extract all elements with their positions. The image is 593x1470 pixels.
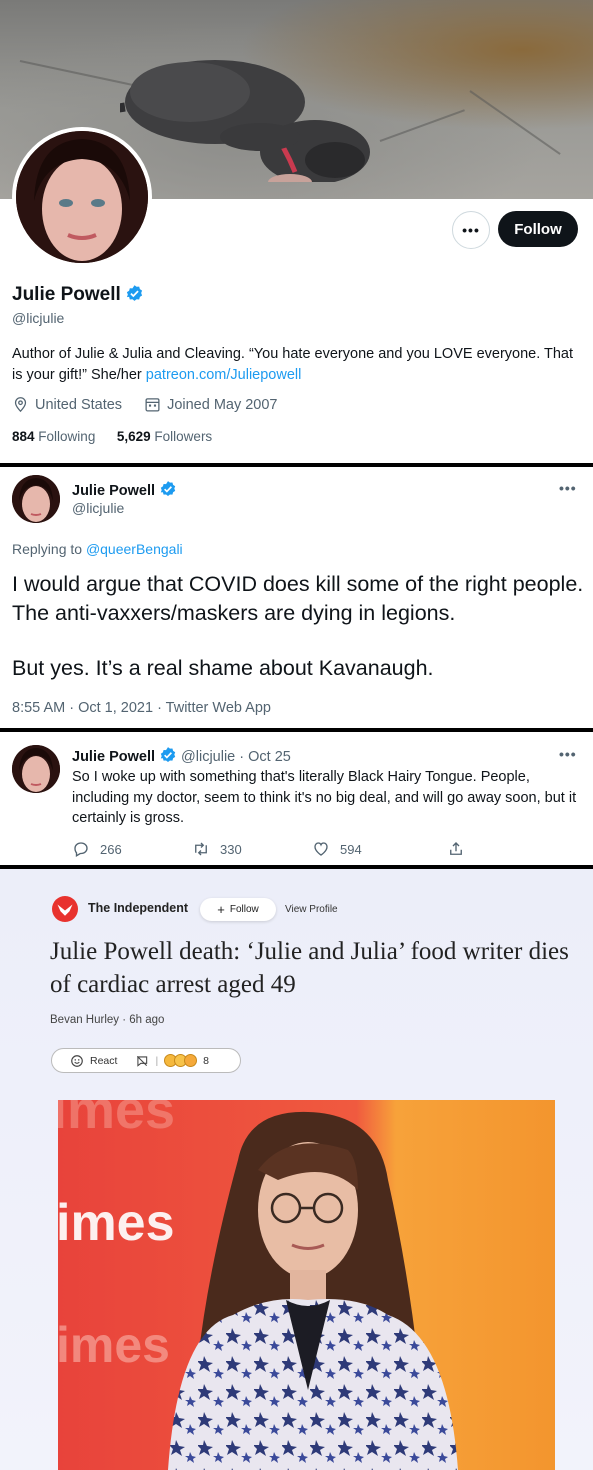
verified-badge-icon [126, 285, 142, 301]
eagle-icon [57, 904, 73, 916]
retweet-icon [195, 842, 207, 856]
tweet1-name-row: Julie Powell [72, 480, 177, 499]
replying-prefix: Replying to [12, 541, 86, 557]
reply-icon [74, 842, 88, 857]
publisher-name[interactable]: The Independent [88, 901, 188, 915]
view-profile-link[interactable]: View Profile [285, 904, 338, 915]
follow-button[interactable]: Follow [498, 211, 578, 247]
heart-icon [314, 842, 328, 856]
following-label: Following [38, 429, 96, 444]
plus-icon: + [217, 902, 225, 917]
retweet-count: 330 [220, 841, 242, 857]
joined-text: Joined May 2007 [167, 396, 278, 413]
backdrop-text: imes [58, 1317, 170, 1373]
verified-badge-icon [160, 481, 176, 496]
bio-link[interactable]: patreon.com/Juliepowell [146, 367, 302, 383]
publisher-follow-button[interactable]: + Follow [200, 898, 276, 921]
reaction-count: 8 [203, 1054, 210, 1067]
react-smiley-icon [71, 1054, 83, 1067]
location-text: United States [35, 396, 123, 413]
dog-photo [120, 60, 370, 182]
avatar-photo [16, 131, 148, 263]
following-count: 884 [12, 429, 35, 444]
independent-logo-icon[interactable] [52, 896, 78, 922]
tweet2-name[interactable]: Julie Powell [72, 749, 155, 765]
tweet1-text: I would argue that COVID does kill some … [12, 570, 587, 683]
backdrop-text: imes [58, 1100, 175, 1140]
location-icon [14, 397, 27, 413]
verified-badge-icon [160, 747, 176, 762]
tweet1-more-icon[interactable]: ••• [559, 480, 577, 496]
divider [0, 728, 593, 732]
following-link[interactable]: 884 Following [12, 429, 95, 444]
follow-label: Follow [229, 904, 259, 915]
tweet1-avatar[interactable] [12, 475, 60, 523]
tweet2-handle[interactable]: @licjulie [181, 749, 235, 765]
react-label: React [90, 1054, 118, 1067]
tweet2-header: Julie Powell @licjulie · Oct 25 [72, 746, 291, 765]
bar-divider: | [155, 1054, 159, 1067]
profile-meta: United States Joined May 2007 [12, 396, 278, 413]
article-byline: Bevan Hurley · 6h ago [50, 1014, 165, 1026]
reaction-bar[interactable]: React | 8 [51, 1048, 241, 1073]
tweet1-timestamp[interactable]: 8:55 AM · Oct 1, 2021 · Twitter Web App [12, 700, 271, 716]
tweet1-paragraph: But yes. It’s a real shame about Kavanau… [12, 656, 434, 680]
tweet2-more-icon[interactable]: ••• [559, 746, 577, 762]
followers-label: Followers [154, 429, 213, 444]
share-icon [450, 842, 462, 855]
like-count: 594 [340, 841, 362, 857]
reply-button[interactable]: 266 [72, 840, 192, 858]
tweet1-name[interactable]: Julie Powell [72, 483, 155, 499]
profile-stats: 884 Following 5,629 Followers [12, 429, 212, 444]
tweet1-paragraph: I would argue that COVID does kill some … [12, 572, 584, 625]
reply-count: 266 [100, 841, 122, 857]
profile-avatar[interactable] [12, 127, 152, 267]
followers-link[interactable]: 5,629 Followers [117, 429, 212, 444]
reaction-emoji-icons [164, 1054, 198, 1067]
avatar-photo [12, 475, 60, 523]
followers-count: 5,629 [116, 429, 151, 444]
woman-photo: imes imes imes [58, 1100, 555, 1470]
calendar-icon [145, 398, 160, 412]
profile-name: Julie Powell [12, 284, 121, 305]
more-icon: ••• [462, 222, 480, 238]
tweet2-avatar[interactable] [12, 745, 60, 793]
more-options-button[interactable]: ••• [452, 211, 490, 249]
comment-icon[interactable] [135, 1054, 149, 1068]
tweet1-handle[interactable]: @licjulie [72, 500, 124, 516]
tweet2-date[interactable]: · Oct 25 [239, 749, 291, 765]
share-button[interactable] [447, 840, 465, 858]
article-title[interactable]: Julie Powell death: ‘Julie and Julia’ fo… [50, 935, 570, 1001]
like-button[interactable]: 594 [312, 840, 447, 858]
tweet2-text: So I woke up with something that's liter… [72, 769, 577, 826]
profile-bio: Author of Julie & Julia and Cleaving. “Y… [12, 344, 582, 386]
retweet-button[interactable]: 330 [192, 840, 312, 858]
backdrop-text: imes [58, 1194, 175, 1252]
avatar-photo [12, 745, 60, 793]
tweet2-actions: 266 330 594 [72, 840, 512, 858]
divider [0, 463, 593, 467]
profile-handle: @licjulie [12, 310, 65, 326]
profile-name-row: Julie Powell [12, 284, 144, 306]
article-photo[interactable]: imes imes imes [58, 1100, 555, 1470]
tweet1-replying-to: Replying to @queerBengali [12, 541, 183, 557]
replying-to-link[interactable]: @queerBengali [86, 541, 183, 557]
